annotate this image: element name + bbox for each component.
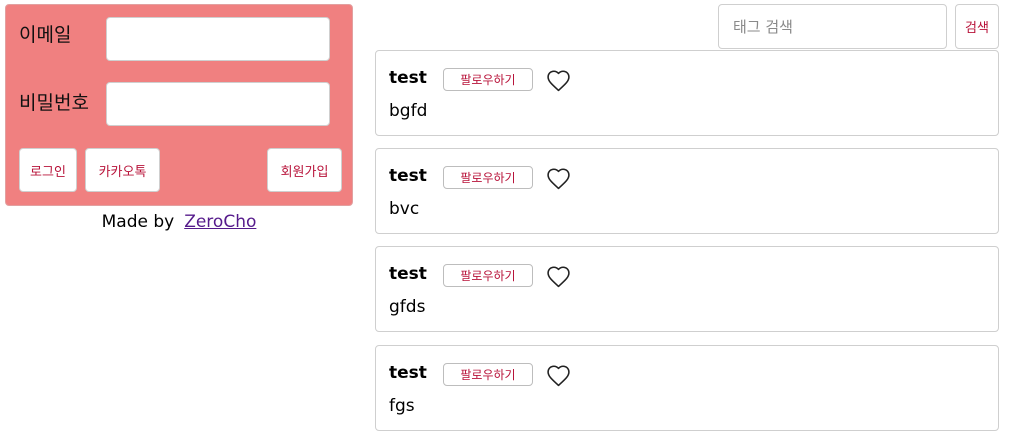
heart-outline-icon[interactable] xyxy=(546,265,571,288)
follow-button[interactable]: 팔로우하기 xyxy=(443,166,533,189)
follow-button[interactable]: 팔로우하기 xyxy=(443,363,533,386)
post-author[interactable]: test xyxy=(389,362,427,384)
post-author[interactable]: test xyxy=(389,263,427,285)
tag-search-input[interactable] xyxy=(718,4,947,49)
made-by-footer: Made by ZeroCho xyxy=(0,211,358,233)
heart-outline-icon[interactable] xyxy=(546,69,571,92)
join-button[interactable]: 회원가입 xyxy=(267,148,342,192)
heart-outline-icon[interactable] xyxy=(546,167,571,190)
made-by-text: Made by xyxy=(101,212,175,232)
follow-button[interactable]: 팔로우하기 xyxy=(443,264,533,287)
page: 이메일 비밀번호 로그인 카카오톡 회원가입 Made by ZeroCho 검색… xyxy=(0,0,1010,431)
post-content: bvc xyxy=(389,199,420,219)
password-label: 비밀번호 xyxy=(19,92,89,114)
heart-outline-icon[interactable] xyxy=(546,364,571,387)
email-field[interactable] xyxy=(106,17,330,61)
post-card: test 팔로우하기 bgfd xyxy=(375,50,999,136)
search-button[interactable]: 검색 xyxy=(955,4,999,49)
email-label: 이메일 xyxy=(19,24,72,46)
author-link[interactable]: ZeroCho xyxy=(184,212,256,232)
follow-button[interactable]: 팔로우하기 xyxy=(443,68,533,91)
kakao-login-button[interactable]: 카카오톡 xyxy=(85,148,160,192)
post-content: gfds xyxy=(389,297,426,317)
post-author[interactable]: test xyxy=(389,165,427,187)
login-form: 이메일 비밀번호 로그인 카카오톡 회원가입 xyxy=(5,4,353,206)
login-button[interactable]: 로그인 xyxy=(19,148,77,192)
post-card: test 팔로우하기 fgs xyxy=(375,345,999,431)
post-card: test 팔로우하기 bvc xyxy=(375,148,999,234)
post-content: bgfd xyxy=(389,101,428,121)
post-author[interactable]: test xyxy=(389,67,427,89)
password-field[interactable] xyxy=(106,82,330,126)
post-content: fgs xyxy=(389,396,415,416)
post-card: test 팔로우하기 gfds xyxy=(375,246,999,332)
